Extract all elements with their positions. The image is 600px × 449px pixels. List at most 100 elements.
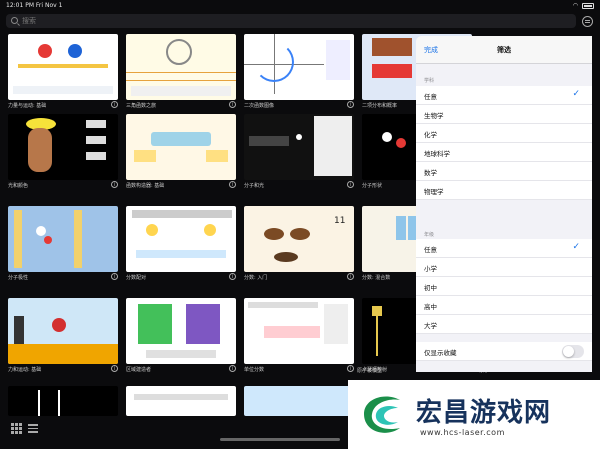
simulation-tile[interactable]: 11 分数: 入门 i bbox=[244, 206, 354, 286]
status-indicators: ◠ bbox=[573, 2, 594, 9]
info-icon[interactable]: i bbox=[111, 273, 118, 280]
subject-label: 任意 bbox=[424, 93, 437, 101]
favorites-toggle-row[interactable]: 仅显示收藏 bbox=[416, 342, 592, 361]
grade-label: 小学 bbox=[424, 265, 437, 273]
simulation-tile[interactable]: 分数配对 i bbox=[126, 206, 236, 286]
status-time: 12:01 PM Fri Nov 1 bbox=[6, 2, 63, 9]
simulation-thumbnail[interactable] bbox=[244, 114, 354, 180]
simulation-thumbnail[interactable] bbox=[244, 386, 354, 416]
simulation-thumbnail[interactable] bbox=[126, 114, 236, 180]
home-indicator bbox=[220, 438, 340, 441]
grade-label: 高中 bbox=[424, 303, 437, 311]
filter-panel-header: 完成 筛选 bbox=[416, 36, 592, 64]
simulation-thumbnail[interactable] bbox=[8, 34, 118, 100]
simulation-tile[interactable]: 二次函数图像 i bbox=[244, 34, 354, 114]
filter-panel-title: 筛选 bbox=[497, 46, 511, 54]
simulation-caption: 分子和光 i bbox=[244, 181, 354, 191]
subject-row[interactable]: 物理学 bbox=[416, 181, 592, 200]
subject-label: 地球科学 bbox=[424, 150, 450, 158]
checkmark-icon: ✓ bbox=[572, 242, 580, 252]
simulation-caption: 二次函数图像 i bbox=[244, 101, 354, 111]
subject-label: 数学 bbox=[424, 169, 437, 177]
search-icon bbox=[11, 17, 18, 24]
subject-row[interactable]: 化学 bbox=[416, 124, 592, 143]
info-icon[interactable]: i bbox=[347, 101, 354, 108]
subject-label: 生物学 bbox=[424, 112, 444, 120]
simulation-tile[interactable]: 三角函数之旅 i bbox=[126, 34, 236, 114]
filter-button[interactable] bbox=[582, 16, 593, 27]
favorites-label: 仅显示收藏 bbox=[424, 349, 457, 357]
subject-section-label: 学科 bbox=[424, 78, 435, 84]
watermark: 宏昌游戏网 www.hcs-laser.com bbox=[348, 380, 600, 449]
simulation-thumbnail[interactable] bbox=[244, 298, 354, 364]
list-view-icon[interactable] bbox=[28, 423, 38, 433]
simulation-thumbnail[interactable] bbox=[8, 114, 118, 180]
subject-row[interactable]: 地球科学 bbox=[416, 143, 592, 162]
filter-panel: 完成 筛选 学科 任意 ✓ 生物学化学地球科学数学物理学 年级 任意 ✓ 小学初中高中大… bbox=[416, 36, 592, 372]
simulation-tile[interactable]: 单位分数 i bbox=[244, 298, 354, 378]
simulation-thumbnail[interactable] bbox=[244, 34, 354, 100]
simulation-caption: 分数: 入门 i bbox=[244, 273, 354, 283]
battery-icon bbox=[582, 2, 594, 9]
simulation-thumbnail[interactable] bbox=[8, 206, 118, 272]
simulation-tile[interactable]: 区域建造者 i bbox=[126, 298, 236, 378]
simulation-tile[interactable]: 力量与运动: 基础 i bbox=[8, 34, 118, 114]
simulation-thumbnail[interactable] bbox=[8, 386, 118, 416]
grade-label: 任意 bbox=[424, 246, 437, 254]
watermark-title: 宏昌游戏网 bbox=[416, 398, 552, 428]
simulation-caption: 分子极性 i bbox=[8, 273, 118, 283]
info-icon[interactable]: i bbox=[347, 181, 354, 188]
simulation-tile[interactable]: 光和颜色 i bbox=[8, 114, 118, 194]
grade-row[interactable]: 大学 bbox=[416, 315, 592, 334]
grade-row[interactable]: 初中 bbox=[416, 277, 592, 296]
simulation-tile[interactable]: 力和运动: 基础 i bbox=[8, 298, 118, 378]
checkmark-icon: ✓ bbox=[572, 89, 580, 99]
info-icon[interactable]: i bbox=[347, 273, 354, 280]
grade-section-label: 年级 bbox=[424, 232, 435, 238]
simulation-tile[interactable]: 函数构造器: 基础 i bbox=[126, 114, 236, 194]
subject-label: 物理学 bbox=[424, 188, 444, 196]
simulation-caption: 函数构造器: 基础 i bbox=[126, 181, 236, 191]
grade-row[interactable]: 小学 bbox=[416, 258, 592, 277]
status-bar: 12:01 PM Fri Nov 1 ◠ bbox=[0, 0, 600, 12]
simulation-thumbnail[interactable] bbox=[126, 206, 236, 272]
grade-label: 大学 bbox=[424, 322, 437, 330]
partial-caption: 原子核模型 bbox=[357, 368, 383, 374]
subject-row[interactable]: 数学 bbox=[416, 162, 592, 181]
grade-row[interactable]: 高中 bbox=[416, 296, 592, 315]
info-icon[interactable]: i bbox=[111, 181, 118, 188]
simulation-caption: 三角函数之旅 i bbox=[126, 101, 236, 111]
simulation-thumbnail[interactable] bbox=[126, 298, 236, 364]
search-bar[interactable] bbox=[6, 14, 576, 28]
favorites-toggle[interactable] bbox=[562, 345, 584, 358]
simulation-caption: 力和运动: 基础 i bbox=[8, 365, 118, 375]
subject-row[interactable]: 生物学 bbox=[416, 105, 592, 124]
subject-row[interactable]: 任意 ✓ bbox=[416, 86, 592, 105]
simulation-thumbnail[interactable] bbox=[126, 34, 236, 100]
simulation-caption: 单位分数 i bbox=[244, 365, 354, 375]
simulation-tile[interactable]: 分子极性 i bbox=[8, 206, 118, 286]
simulation-caption: 光和颜色 i bbox=[8, 181, 118, 191]
info-icon[interactable]: i bbox=[229, 273, 236, 280]
info-icon[interactable]: i bbox=[347, 365, 354, 372]
info-icon[interactable]: i bbox=[229, 181, 236, 188]
info-icon[interactable]: i bbox=[229, 101, 236, 108]
simulation-thumbnail[interactable]: 11 bbox=[244, 206, 354, 272]
watermark-logo-icon bbox=[364, 396, 400, 433]
subject-label: 化学 bbox=[424, 131, 437, 139]
watermark-url: www.hcs-laser.com bbox=[420, 428, 505, 437]
simulation-caption: 力量与运动: 基础 i bbox=[8, 101, 118, 111]
simulation-caption: 区域建造者 i bbox=[126, 365, 236, 375]
info-icon[interactable]: i bbox=[111, 101, 118, 108]
simulation-tile[interactable]: 分子和光 i bbox=[244, 114, 354, 194]
info-icon[interactable]: i bbox=[111, 365, 118, 372]
info-icon[interactable]: i bbox=[229, 365, 236, 372]
simulation-caption: 分数配对 i bbox=[126, 273, 236, 283]
grid-view-icon[interactable] bbox=[11, 423, 22, 434]
grade-row[interactable]: 任意 ✓ bbox=[416, 239, 592, 258]
simulation-thumbnail[interactable] bbox=[8, 298, 118, 364]
simulation-tile[interactable] bbox=[8, 386, 118, 449]
simulation-thumbnail[interactable] bbox=[126, 386, 236, 416]
wifi-icon: ◠ bbox=[572, 2, 578, 9]
search-input[interactable] bbox=[22, 15, 562, 27]
